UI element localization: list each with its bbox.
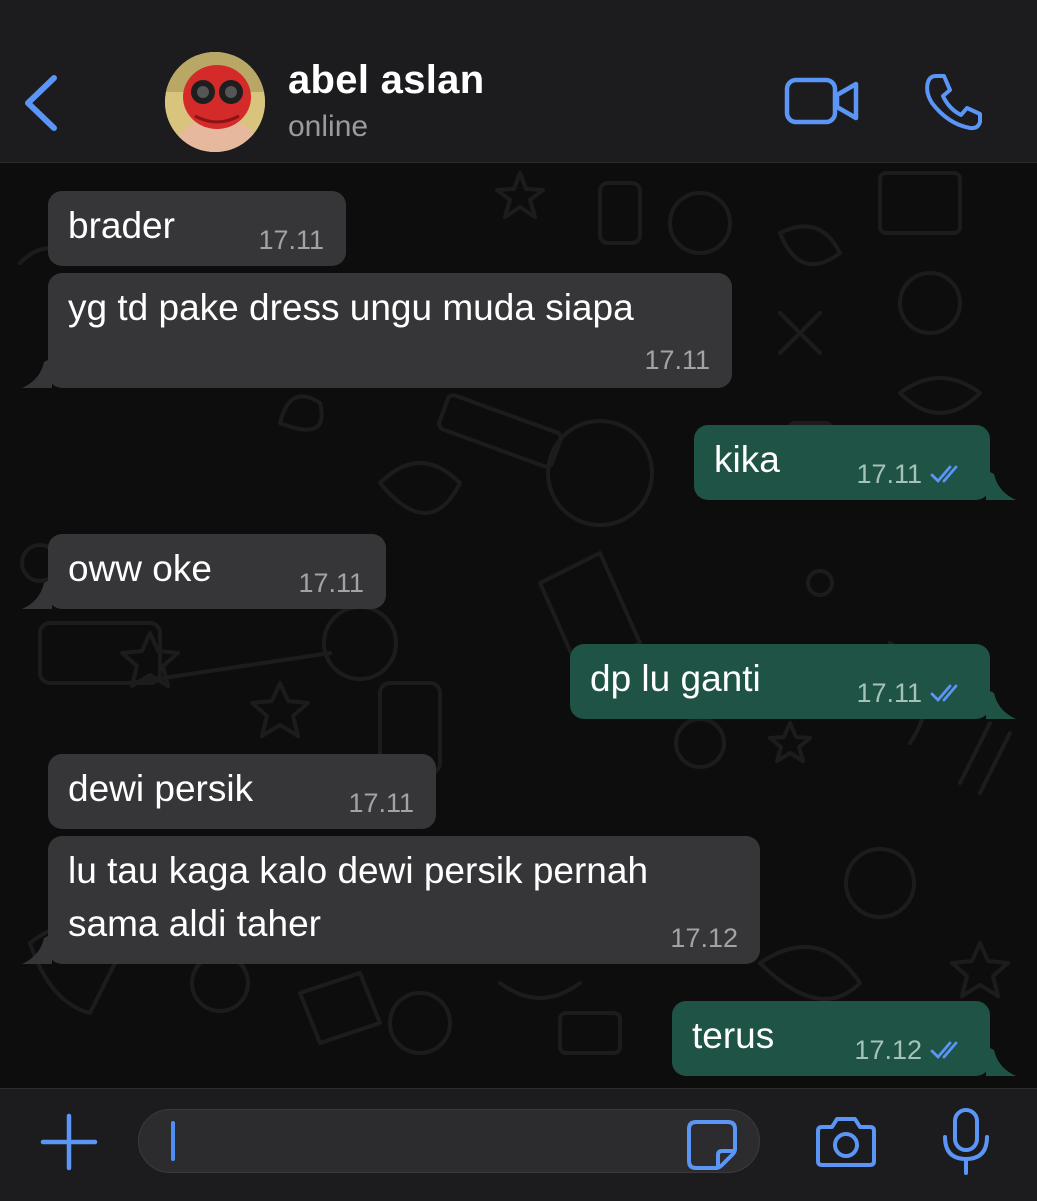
message-incoming[interactable]: dewi persik 17.11: [48, 754, 436, 829]
read-receipt-icon: [930, 1041, 958, 1060]
sticker-icon: [687, 1120, 737, 1170]
camera-button[interactable]: [814, 1113, 878, 1169]
back-button[interactable]: [18, 68, 68, 138]
message-time: 17.11: [856, 678, 922, 708]
composer-bar: [0, 1088, 1037, 1201]
message-time: 17.11: [644, 345, 710, 375]
message-text: dewi persik: [68, 768, 254, 809]
contact-status: online: [288, 110, 369, 143]
contact-name[interactable]: abel aslan: [288, 58, 484, 103]
message-incoming[interactable]: lu tau kaga kalo dewi persik pernah sama…: [22, 836, 760, 964]
text-cursor: [171, 1121, 175, 1161]
bubble-tail: [22, 358, 52, 388]
plus-icon: [40, 1113, 98, 1171]
chat-header: abel aslan online: [0, 0, 1037, 163]
message-incoming[interactable]: brader 17.11: [48, 191, 346, 266]
message-time: 17.12: [670, 923, 738, 953]
video-camera-icon: [784, 77, 859, 125]
message-outgoing[interactable]: terus 17.12: [672, 1001, 1016, 1076]
message-list[interactable]: brader 17.11 yg td pake dress ungu muda …: [0, 163, 1037, 1088]
message-text: oww oke: [68, 548, 212, 589]
contact-avatar[interactable]: [165, 52, 265, 152]
read-receipt-icon: [930, 465, 958, 484]
message-text: terus: [692, 1015, 775, 1056]
bubble-tail: [986, 470, 1016, 500]
message-outgoing[interactable]: dp lu ganti 17.11: [570, 644, 1016, 719]
message-time: 17.11: [298, 568, 364, 598]
attach-button[interactable]: [38, 1111, 100, 1173]
bubble-tail: [986, 1046, 1016, 1076]
bubble-tail: [22, 934, 52, 964]
message-text: lu tau kaga kalo dewi persik pernah: [68, 850, 649, 891]
bubble-tail: [986, 689, 1016, 719]
message-text: dp lu ganti: [590, 658, 761, 699]
message-text: yg td pake dress ungu muda siapa: [68, 287, 634, 328]
phone-icon: [925, 74, 982, 131]
microphone-icon: [943, 1108, 989, 1175]
voice-message-button[interactable]: [938, 1107, 994, 1177]
message-time: 17.12: [854, 1035, 922, 1065]
message-text-line2: sama aldi taher: [68, 903, 321, 944]
avatar-photo: [165, 52, 265, 152]
message-time: 17.11: [258, 225, 324, 255]
message-time: 17.11: [348, 788, 414, 818]
message-time: 17.11: [856, 459, 922, 489]
voice-call-button[interactable]: [922, 72, 984, 132]
message-outgoing[interactable]: kika 17.11: [694, 425, 1016, 500]
read-receipt-icon: [930, 684, 958, 703]
message-text: brader: [68, 205, 175, 246]
message-text: kika: [714, 439, 780, 480]
message-incoming[interactable]: yg td pake dress ungu muda siapa 17.11: [22, 273, 732, 388]
message-input[interactable]: [138, 1109, 760, 1173]
message-incoming[interactable]: oww oke 17.11: [22, 534, 386, 609]
bubble-tail: [22, 579, 52, 609]
camera-icon: [816, 1117, 876, 1167]
chevron-left-icon: [25, 75, 57, 131]
video-call-button[interactable]: [784, 76, 860, 126]
sticker-button[interactable]: [686, 1119, 738, 1171]
